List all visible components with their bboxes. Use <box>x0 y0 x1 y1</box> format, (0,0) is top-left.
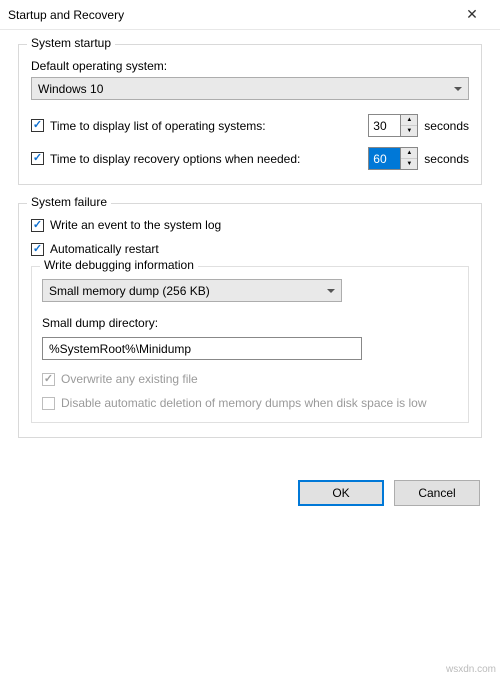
display-list-row: Time to display list of operating system… <box>31 119 266 133</box>
default-os-value: Windows 10 <box>38 82 103 96</box>
spin-down-icon[interactable]: ▼ <box>401 126 417 136</box>
display-recovery-checkbox[interactable] <box>31 152 44 165</box>
write-debug-group: Write debugging information Small memory… <box>31 266 469 423</box>
spin-down-icon[interactable]: ▼ <box>401 159 417 169</box>
disable-auto-delete-row: Disable automatic deletion of memory dum… <box>42 396 458 410</box>
display-list-unit: seconds <box>424 119 469 133</box>
auto-restart-checkbox[interactable] <box>31 243 44 256</box>
spin-up-icon[interactable]: ▲ <box>401 148 417 159</box>
overwrite-label: Overwrite any existing file <box>61 372 198 386</box>
titlebar: Startup and Recovery ✕ <box>0 0 500 30</box>
display-recovery-unit: seconds <box>424 152 469 166</box>
dump-type-select[interactable]: Small memory dump (256 KB) <box>42 279 342 302</box>
spin-up-icon[interactable]: ▲ <box>401 115 417 126</box>
close-button[interactable]: ✕ <box>452 1 492 29</box>
window-title: Startup and Recovery <box>8 8 452 22</box>
display-list-value[interactable] <box>368 114 400 137</box>
disable-auto-delete-checkbox <box>42 397 55 410</box>
dump-dir-label: Small dump directory: <box>42 316 458 330</box>
chevron-down-icon <box>454 87 462 91</box>
display-list-checkbox[interactable] <box>31 119 44 132</box>
ok-button[interactable]: OK <box>298 480 384 506</box>
system-startup-group: System startup Default operating system:… <box>18 44 482 185</box>
write-event-row: Write an event to the system log <box>31 218 469 232</box>
close-icon: ✕ <box>466 6 478 23</box>
chevron-down-icon <box>327 289 335 293</box>
system-failure-legend: System failure <box>27 195 111 209</box>
display-recovery-label: Time to display recovery options when ne… <box>50 152 300 166</box>
write-event-checkbox[interactable] <box>31 219 44 232</box>
content: System startup Default operating system:… <box>0 30 500 470</box>
cancel-button[interactable]: Cancel <box>394 480 480 506</box>
display-recovery-value[interactable] <box>368 147 400 170</box>
write-debug-legend: Write debugging information <box>40 258 198 272</box>
display-recovery-spinner[interactable]: ▲ ▼ <box>368 147 418 170</box>
auto-restart-row: Automatically restart <box>31 242 469 256</box>
overwrite-row: Overwrite any existing file <box>42 372 458 386</box>
system-startup-legend: System startup <box>27 36 115 50</box>
disable-auto-delete-label: Disable automatic deletion of memory dum… <box>61 396 427 410</box>
overwrite-checkbox <box>42 373 55 386</box>
system-failure-group: System failure Write an event to the sys… <box>18 203 482 438</box>
default-os-label: Default operating system: <box>31 59 469 73</box>
watermark: wsxdn.com <box>446 664 496 675</box>
display-list-spinner[interactable]: ▲ ▼ <box>368 114 418 137</box>
default-os-select[interactable]: Windows 10 <box>31 77 469 100</box>
display-recovery-row: Time to display recovery options when ne… <box>31 152 300 166</box>
display-list-label: Time to display list of operating system… <box>50 119 266 133</box>
auto-restart-label: Automatically restart <box>50 242 159 256</box>
write-event-label: Write an event to the system log <box>50 218 221 232</box>
dialog-buttons: OK Cancel <box>0 470 500 520</box>
dump-dir-input[interactable] <box>42 337 362 360</box>
dump-type-value: Small memory dump (256 KB) <box>49 284 210 298</box>
